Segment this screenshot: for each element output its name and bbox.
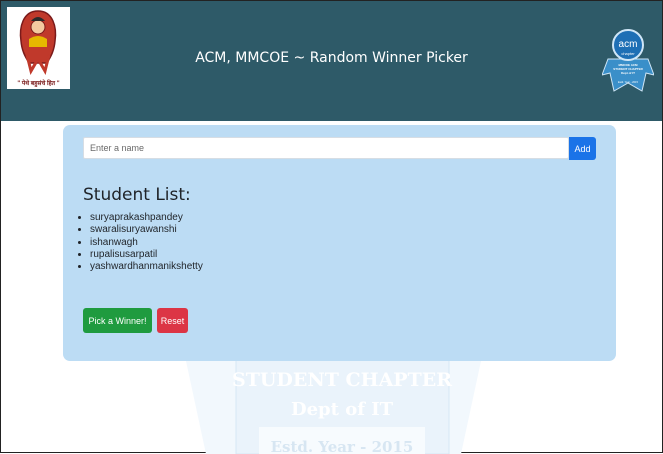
acm-estd-text: Estd. Year - 2015	[618, 80, 638, 84]
watermark-ribbon-left	[186, 361, 236, 454]
watermark-line-3: Estd. Year - 2015	[271, 438, 414, 454]
watermark-line-2: Dept of IT	[291, 399, 394, 420]
add-button[interactable]: Add	[569, 137, 596, 160]
college-logo: " पेथे बहुसंचे हित "	[7, 7, 70, 89]
acm-dept-text: Dept of IT	[621, 71, 635, 75]
acm-text: acm	[619, 39, 638, 50]
list-item: swaralisuryawanshi	[90, 224, 203, 236]
header-bar: " पेथे बहुसंचे हित " ACM, MMCOE ~ Random…	[1, 1, 662, 121]
acm-badge-icon: acm chapter MMCOE ACM STUDENT CHAPTER De…	[601, 29, 655, 92]
college-emblem-icon	[19, 10, 57, 75]
reset-button[interactable]: Reset	[157, 308, 188, 333]
student-list-title: Student List:	[83, 185, 191, 205]
acm-chapter-text: chapter	[621, 51, 635, 56]
student-list: suryaprakashpandey swaralisuryawanshi is…	[73, 212, 203, 273]
picker-card: Add Student List: suryaprakashpandey swa…	[63, 125, 616, 361]
list-item: ishanwagh	[90, 237, 203, 249]
college-motto: " पेथे बहुसंचे हित "	[17, 81, 60, 87]
list-item: suryaprakashpandey	[90, 212, 203, 224]
list-item: rupalisusarpatil	[90, 249, 203, 261]
list-item: yashwardhanmanikshetty	[90, 261, 203, 273]
name-input[interactable]	[83, 137, 569, 159]
page-title: ACM, MMCOE ~ Random Winner Picker	[195, 50, 468, 66]
acm-chapter-logo: acm chapter MMCOE ACM STUDENT CHAPTER De…	[601, 29, 655, 95]
watermark-line-1: STUDENT CHAPTER	[232, 369, 452, 391]
pick-winner-button[interactable]: Pick a Winner!	[83, 308, 152, 333]
